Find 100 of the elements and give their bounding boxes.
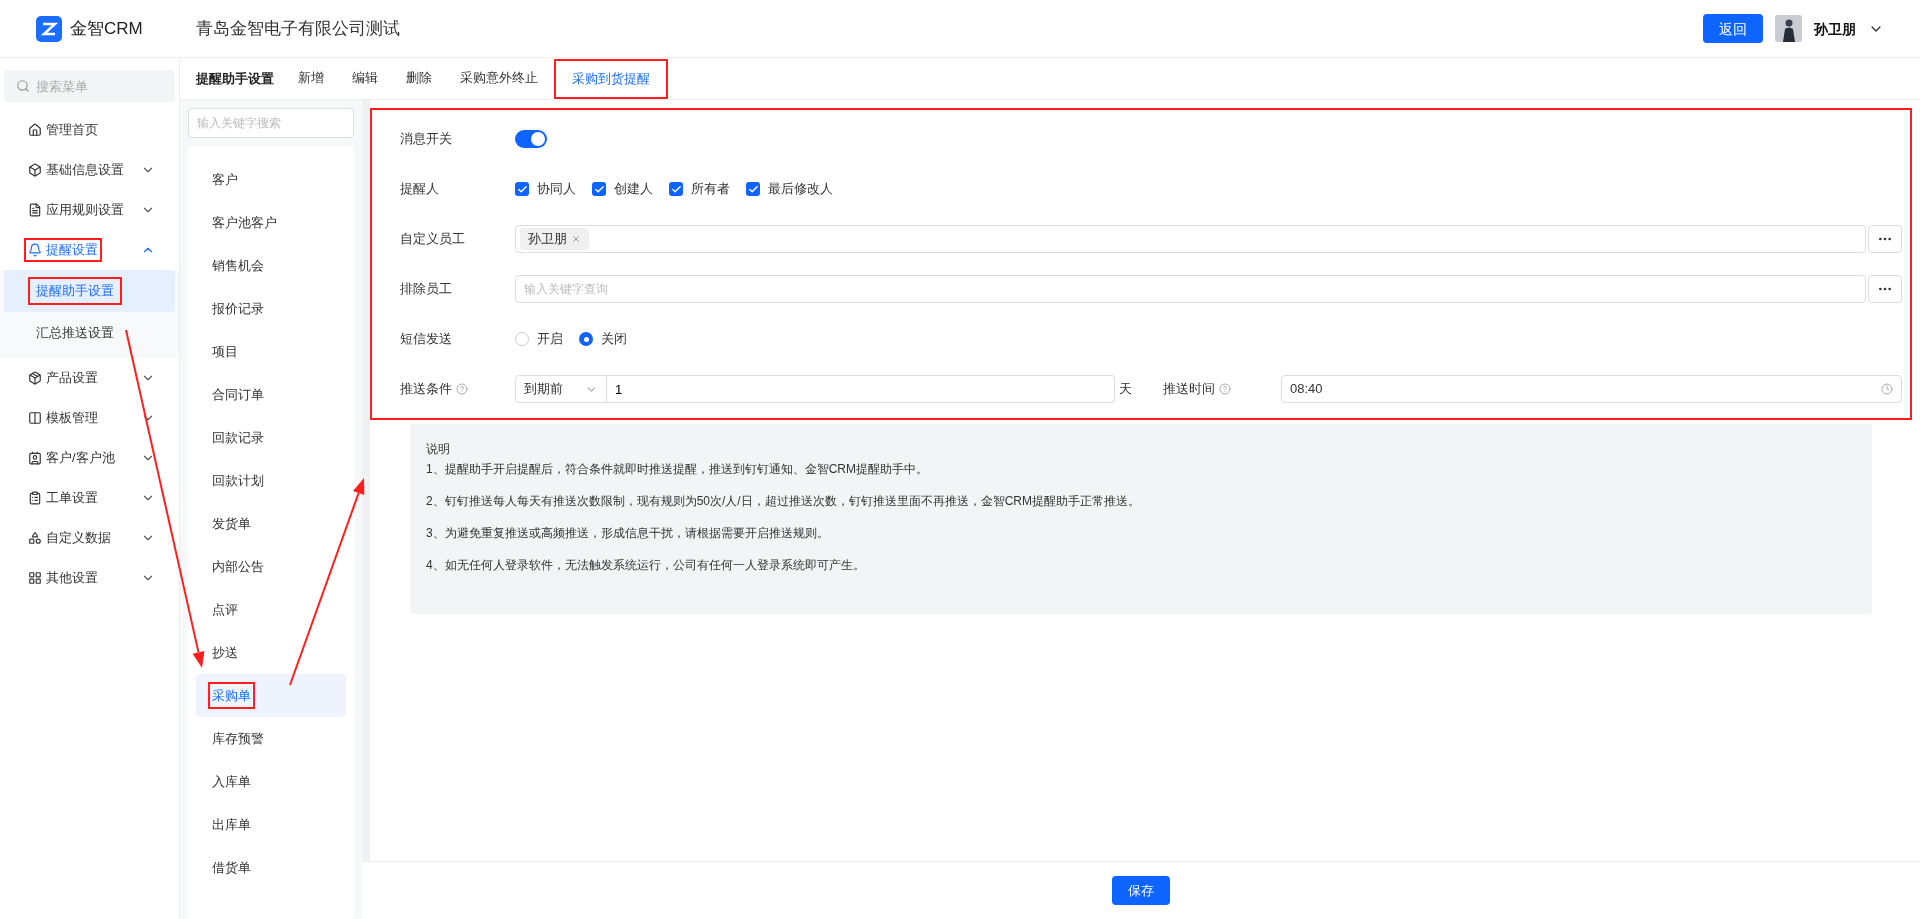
checkbox[interactable] bbox=[669, 182, 683, 196]
period-select[interactable]: 到期前 bbox=[515, 375, 607, 403]
menu-icon bbox=[28, 203, 42, 217]
checkbox[interactable] bbox=[515, 182, 529, 196]
employee-field[interactable]: 孙卫朋 bbox=[515, 225, 1866, 253]
module-item[interactable]: 客户池客户 bbox=[196, 201, 346, 244]
module-label: 回款计划 bbox=[211, 471, 265, 490]
field-label: 推送条件 bbox=[400, 379, 515, 399]
module-item[interactable]: 销售机会 bbox=[196, 244, 346, 287]
module-label: 报价记录 bbox=[211, 299, 265, 318]
search-icon bbox=[16, 79, 30, 93]
module-label: 出库单 bbox=[211, 815, 252, 834]
module-item[interactable]: 入库单 bbox=[196, 760, 346, 803]
toolbar-tab[interactable]: 删除 bbox=[394, 59, 444, 99]
module-item[interactable]: 库存预警 bbox=[196, 717, 346, 760]
menu-item[interactable]: 其他设置 bbox=[24, 566, 102, 590]
module-label: 客户池客户 bbox=[211, 213, 278, 232]
menu-item[interactable]: 管理首页 bbox=[24, 118, 102, 142]
module-label: 抄送 bbox=[211, 643, 239, 662]
module-label: 内部公告 bbox=[211, 557, 265, 576]
module-label: 库存预警 bbox=[211, 729, 265, 748]
module-label: 发货单 bbox=[211, 514, 252, 533]
toggle-switch[interactable] bbox=[515, 130, 547, 148]
menu-icon bbox=[28, 571, 42, 585]
module-item[interactable]: 内部公告 bbox=[196, 545, 346, 588]
avatar-icon bbox=[1775, 15, 1802, 42]
toolbar-tab[interactable]: 采购意外终止 bbox=[448, 59, 550, 99]
menu-icon bbox=[28, 531, 42, 545]
module-item[interactable]: 项目 bbox=[196, 330, 346, 373]
menu-icon bbox=[28, 451, 42, 465]
keyword-search-field[interactable]: 输入关键字搜索 bbox=[188, 108, 354, 138]
notes-text: 4、如无任何人登录软件，无法触发系统运行，公司有任何一人登录系统即可产生。 bbox=[426, 557, 866, 574]
checkbox-label: 所有者 bbox=[691, 180, 730, 199]
notes-text: 3、为避免重复推送或高频推送，形成信息干扰，请根据需要开启推送规则。 bbox=[426, 525, 830, 542]
field-label: 自定义员工 bbox=[400, 230, 466, 249]
submenu-item[interactable]: 汇总推送设置 bbox=[28, 319, 122, 347]
module-item[interactable]: 回款计划 bbox=[196, 459, 346, 502]
module-label: 合同订单 bbox=[211, 385, 265, 404]
module-item[interactable]: 采购单 bbox=[196, 674, 346, 717]
notes-text: 1、提醒助手开启提醒后，符合条件就即时推送提醒，推送到钉钉通知、金智CRM提醒助手中。 bbox=[426, 461, 929, 478]
user-name[interactable]: 孙卫朋 bbox=[1814, 18, 1856, 39]
checkbox[interactable] bbox=[746, 182, 760, 196]
menu-item[interactable]: 应用规则设置 bbox=[24, 198, 128, 222]
module-item[interactable]: 出库单 bbox=[196, 803, 346, 846]
module-item[interactable]: 客户 bbox=[196, 158, 346, 201]
module-label: 入库单 bbox=[211, 772, 252, 791]
menu-icon bbox=[28, 411, 42, 425]
module-item[interactable]: 发货单 bbox=[196, 502, 346, 545]
module-label: 采购单 bbox=[208, 681, 255, 710]
checkbox-label: 创建人 bbox=[614, 180, 653, 199]
module-label: 借货单 bbox=[211, 858, 252, 877]
checkbox-label: 最后修改人 bbox=[768, 180, 833, 199]
field-label: 排除员工 bbox=[400, 280, 453, 299]
radio-label: 关闭 bbox=[601, 330, 627, 349]
notes-text: 2、钉钉推送每人每天有推送次数限制，现有规则为50次/人/日，超过推送次数，钉钉推送里面不再推送，金智CRM提醒助手正常推送。 bbox=[426, 493, 1142, 510]
employee-field[interactable]: 输入关键字查询 bbox=[515, 275, 1866, 303]
toolbar-tab[interactable]: 新增 bbox=[286, 59, 336, 99]
menu-item[interactable]: 模板管理 bbox=[24, 406, 102, 430]
radio-button[interactable] bbox=[515, 332, 529, 346]
module-label: 项目 bbox=[211, 342, 239, 361]
days-field[interactable]: 1 bbox=[607, 375, 1115, 403]
module-item[interactable]: 回款记录 bbox=[196, 416, 346, 459]
menu-search-field[interactable]: 搜索菜单 bbox=[4, 70, 175, 102]
toolbar-tab[interactable]: 编辑 bbox=[340, 59, 390, 99]
unit-label: 天 bbox=[1119, 380, 1133, 399]
notes-title: 说明 bbox=[426, 441, 451, 458]
field-label: 消息开关 bbox=[400, 130, 453, 149]
radio-label: 开启 bbox=[537, 330, 563, 349]
radio-button[interactable] bbox=[579, 332, 593, 346]
logo-icon bbox=[36, 15, 62, 42]
menu-icon bbox=[28, 123, 42, 137]
field-label: 推送时间 bbox=[1163, 379, 1281, 399]
module-item[interactable]: 点评 bbox=[196, 588, 346, 631]
back-button[interactable]: 返回 bbox=[1703, 14, 1763, 43]
module-item[interactable]: 合同订单 bbox=[196, 373, 346, 416]
menu-item[interactable]: 提醒设置 bbox=[24, 238, 102, 262]
menu-item[interactable]: 客户/客户池 bbox=[24, 446, 119, 470]
module-label: 回款记录 bbox=[211, 428, 265, 447]
menu-item[interactable]: 工单设置 bbox=[24, 486, 102, 510]
menu-item[interactable]: 产品设置 bbox=[24, 366, 102, 390]
field-label: 短信发送 bbox=[400, 330, 453, 349]
time-field[interactable]: 08:40 bbox=[1281, 375, 1902, 403]
menu-icon bbox=[28, 491, 42, 505]
clock-icon bbox=[1881, 383, 1893, 395]
checkbox[interactable] bbox=[592, 182, 606, 196]
menu-item[interactable]: 自定义数据 bbox=[24, 526, 115, 550]
module-item[interactable]: 报价记录 bbox=[196, 287, 346, 330]
module-label: 点评 bbox=[211, 600, 239, 619]
menu-icon bbox=[28, 243, 42, 257]
checkbox-label: 协同人 bbox=[537, 180, 576, 199]
menu-item[interactable]: 基础信息设置 bbox=[24, 158, 128, 182]
toolbar-tab[interactable]: 采购到货提醒 bbox=[554, 59, 668, 99]
save-button[interactable]: 保存 bbox=[1112, 876, 1170, 905]
menu-icon bbox=[28, 163, 42, 177]
module-item[interactable]: 抄送 bbox=[196, 631, 346, 674]
module-label: 客户 bbox=[211, 170, 239, 189]
page-title: 提醒助手设置 bbox=[196, 69, 274, 88]
company-name: 青岛金智电子有限公司测试 bbox=[196, 17, 400, 40]
employee-tag: 孙卫朋 bbox=[520, 228, 589, 250]
module-item[interactable]: 借货单 bbox=[196, 846, 346, 889]
